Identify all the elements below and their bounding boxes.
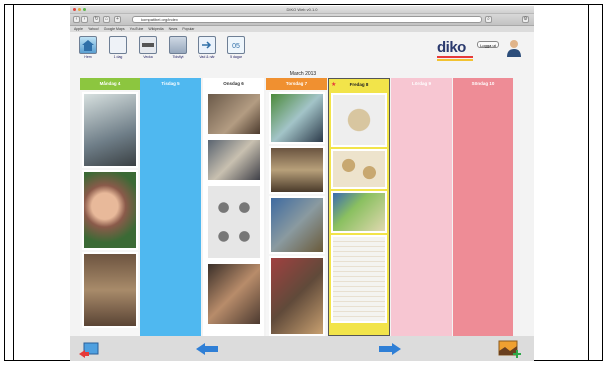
day-header[interactable]: Lördag 9 [391, 78, 452, 90]
previous-week-arrow-icon[interactable] [195, 342, 219, 356]
exit-icon[interactable] [78, 342, 100, 358]
activity-photo[interactable] [82, 170, 138, 250]
search-icon[interactable]: ⌕ [485, 16, 492, 23]
day-header[interactable]: Söndag 10 [453, 78, 513, 90]
activity-photo[interactable] [331, 191, 387, 233]
logo-stripe-red [437, 56, 473, 58]
calendar-five-days-icon: 05 [227, 36, 245, 54]
day-column-wednesday[interactable]: Onsdag 6 [203, 78, 264, 336]
svg-text:05: 05 [232, 43, 240, 50]
tool-label: Vad & när [199, 55, 215, 59]
calendar-day-icon [109, 36, 127, 54]
tool-timeflow[interactable]: Tidsflyt [166, 36, 190, 59]
user-avatar-icon[interactable] [506, 39, 522, 57]
reload-icon[interactable]: ↻ [93, 16, 100, 23]
calendar-week-icon [139, 36, 157, 54]
day-column-sunday[interactable]: Söndag 10 [453, 78, 513, 336]
day-column-thursday[interactable]: Torsdag 7 [266, 78, 327, 336]
day-header[interactable]: Onsdag 6 [203, 78, 264, 90]
logo-stripe-yellow [437, 59, 473, 61]
diko-logo: diko [437, 40, 473, 62]
house-icon [79, 36, 97, 54]
add-photo-icon[interactable] [498, 340, 522, 360]
day-header[interactable]: Måndag 4 [80, 78, 140, 90]
day-column-friday[interactable]: Fredag 8 [328, 78, 390, 336]
next-week-arrow-icon[interactable] [378, 342, 402, 356]
window-title: DIKO Web v0.1.0 [286, 7, 318, 12]
activity-photo[interactable] [205, 262, 262, 326]
bottom-bar [70, 336, 534, 361]
day-column-tuesday[interactable]: Tisdag 5 [140, 78, 201, 336]
tool-one-day[interactable]: 1 dag [106, 36, 130, 59]
tool-week[interactable]: Vecka [136, 36, 160, 59]
tool-label: 1 dag [113, 55, 123, 59]
activity-photo[interactable] [331, 149, 387, 189]
logo-text: diko [437, 39, 466, 56]
activity-photo[interactable] [82, 92, 138, 168]
activity-photo[interactable] [268, 196, 325, 254]
frame-divider-right [588, 5, 589, 360]
address-bar[interactable]: kompatibel.org/index [132, 16, 482, 23]
activity-photo[interactable] [205, 184, 262, 260]
activity-photo[interactable] [331, 93, 387, 147]
activity-photo[interactable] [268, 256, 325, 336]
url-text: kompatibel.org/index [141, 17, 178, 22]
activity-photo[interactable] [205, 92, 262, 136]
day-column-monday[interactable]: Måndag 4 [80, 78, 140, 336]
tool-five-days[interactable]: 05 5 dagar [224, 36, 248, 59]
activity-photo[interactable] [82, 252, 138, 328]
home-icon[interactable]: ⌂ [103, 16, 110, 23]
day-header[interactable]: Fredag 8 [329, 79, 389, 91]
frame-divider-left [13, 5, 14, 360]
back-icon[interactable]: ‹ [73, 16, 80, 23]
day-column-saturday[interactable]: Lördag 9 [391, 78, 452, 336]
activity-photo[interactable] [331, 235, 387, 323]
tool-label: Vecka [143, 55, 153, 59]
browser-toolbar: ‹ › ↻ ⌂ + kompatibel.org/index ⌕ ⚙ [70, 14, 534, 26]
tool-home[interactable]: Hem [76, 36, 100, 59]
today-marker-icon: ★ [331, 82, 337, 88]
browser-titlebar: DIKO Web v0.1.0 [70, 6, 534, 14]
settings-icon[interactable]: ⚙ [522, 16, 529, 23]
timeflow-icon [169, 36, 187, 54]
tool-label: Tidsflyt [172, 55, 184, 59]
tool-label: Hem [84, 55, 92, 59]
activity-photo[interactable] [205, 138, 262, 182]
tool-what-when[interactable]: Vad & när [195, 36, 219, 59]
day-header[interactable]: Torsdag 7 [266, 78, 327, 90]
activity-photo[interactable] [268, 146, 325, 194]
app-content: Hem 1 dag Vecka Tidsflyt Vad & när 05 5 … [70, 32, 534, 361]
tool-label: 5 dagar [230, 55, 242, 59]
forward-icon[interactable]: › [81, 16, 88, 23]
logout-button[interactable]: Logga ut [477, 41, 499, 48]
browser-window: DIKO Web v0.1.0 ‹ › ↻ ⌂ + kompatibel.org… [70, 6, 534, 361]
share-icon[interactable]: + [114, 16, 121, 23]
day-header[interactable]: Tisdag 5 [140, 78, 201, 90]
month-label: March 2013 [289, 71, 317, 77]
activity-photo[interactable] [268, 92, 325, 144]
arrow-right-icon [198, 36, 216, 54]
